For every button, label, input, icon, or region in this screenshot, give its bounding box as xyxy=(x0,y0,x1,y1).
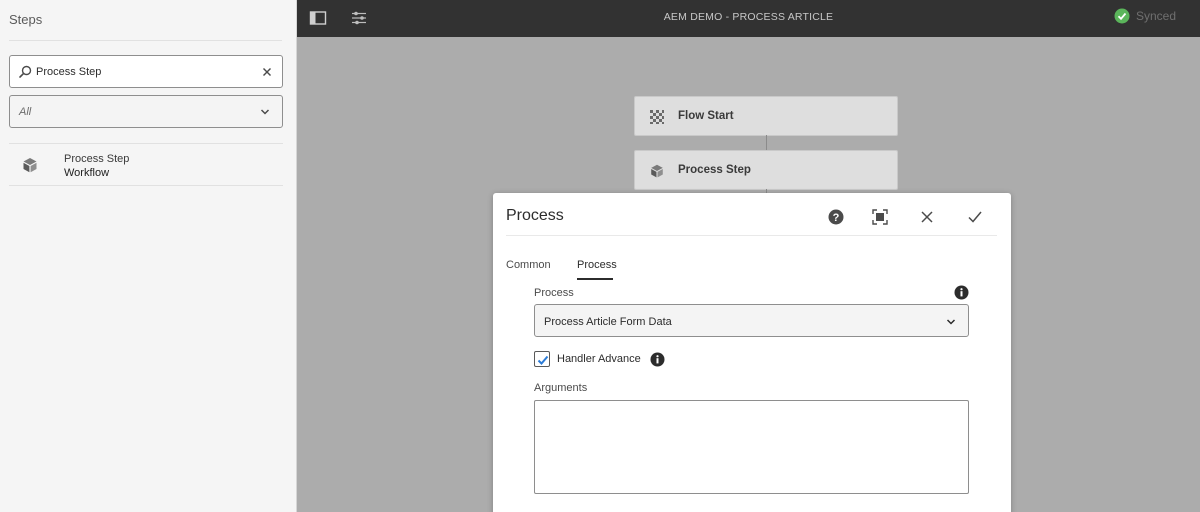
sync-status-label: Synced xyxy=(1135,9,1176,23)
svg-text:?: ? xyxy=(833,212,840,224)
active-tab-indicator xyxy=(577,278,613,280)
arguments-textarea[interactable] xyxy=(534,400,969,494)
step-list-item-process-step[interactable]: Process Step Workflow xyxy=(9,143,283,186)
close-icon[interactable] xyxy=(918,208,936,226)
handler-advance-checkbox[interactable] xyxy=(534,351,550,367)
process-select[interactable]: Process Article Form Data xyxy=(534,304,969,337)
page-title: AEM DEMO - PROCESS ARTICLE xyxy=(663,11,834,23)
chevron-down-icon xyxy=(260,109,270,115)
cube-icon xyxy=(23,158,37,173)
process-select-value: Process Article Form Data xyxy=(544,316,672,328)
checkmark-icon xyxy=(537,355,549,365)
clear-search-icon[interactable] xyxy=(261,66,273,78)
arguments-field-label: Arguments xyxy=(534,382,588,394)
canvas-node-flow-start[interactable]: Flow Start xyxy=(634,96,898,136)
process-step-dialog: Process ? Common Process Process Process… xyxy=(493,193,1011,512)
step-item-name: Process Step xyxy=(64,153,130,165)
tab-process[interactable]: Process xyxy=(577,259,617,271)
info-icon[interactable] xyxy=(954,285,969,300)
dialog-header-divider xyxy=(506,235,997,236)
help-icon[interactable]: ? xyxy=(827,208,845,226)
sidebar-divider xyxy=(9,40,282,41)
dialog-title: Process xyxy=(506,207,564,224)
search-input[interactable] xyxy=(36,62,256,82)
search-icon xyxy=(19,65,32,78)
tab-common[interactable]: Common xyxy=(506,259,551,271)
flow-connector xyxy=(766,135,767,150)
group-filter-value: All xyxy=(19,106,32,118)
search-box[interactable] xyxy=(9,55,283,88)
group-filter-select[interactable]: All xyxy=(9,95,283,128)
chevron-down-icon xyxy=(946,319,956,325)
flow-start-icon xyxy=(650,110,664,124)
canvas-node-label: Process Step xyxy=(678,164,751,176)
cube-icon xyxy=(651,164,663,178)
steps-sidebar: Steps All Process Step Workflow xyxy=(0,0,297,512)
top-bar: AEM DEMO - PROCESS ARTICLE Synced xyxy=(297,0,1200,37)
sidebar-title: Steps xyxy=(9,12,43,27)
canvas-node-process-step[interactable]: Process Step xyxy=(634,150,898,190)
canvas-node-label: Flow Start xyxy=(678,110,734,122)
info-icon[interactable] xyxy=(650,352,665,367)
fullscreen-icon[interactable] xyxy=(871,208,889,226)
handler-advance-label: Handler Advance xyxy=(557,353,641,365)
done-check-icon[interactable] xyxy=(966,208,984,226)
check-circle-icon xyxy=(1114,8,1130,24)
step-item-category: Workflow xyxy=(64,167,110,179)
process-field-label: Process xyxy=(534,287,574,299)
sync-status: Synced xyxy=(1114,8,1176,24)
